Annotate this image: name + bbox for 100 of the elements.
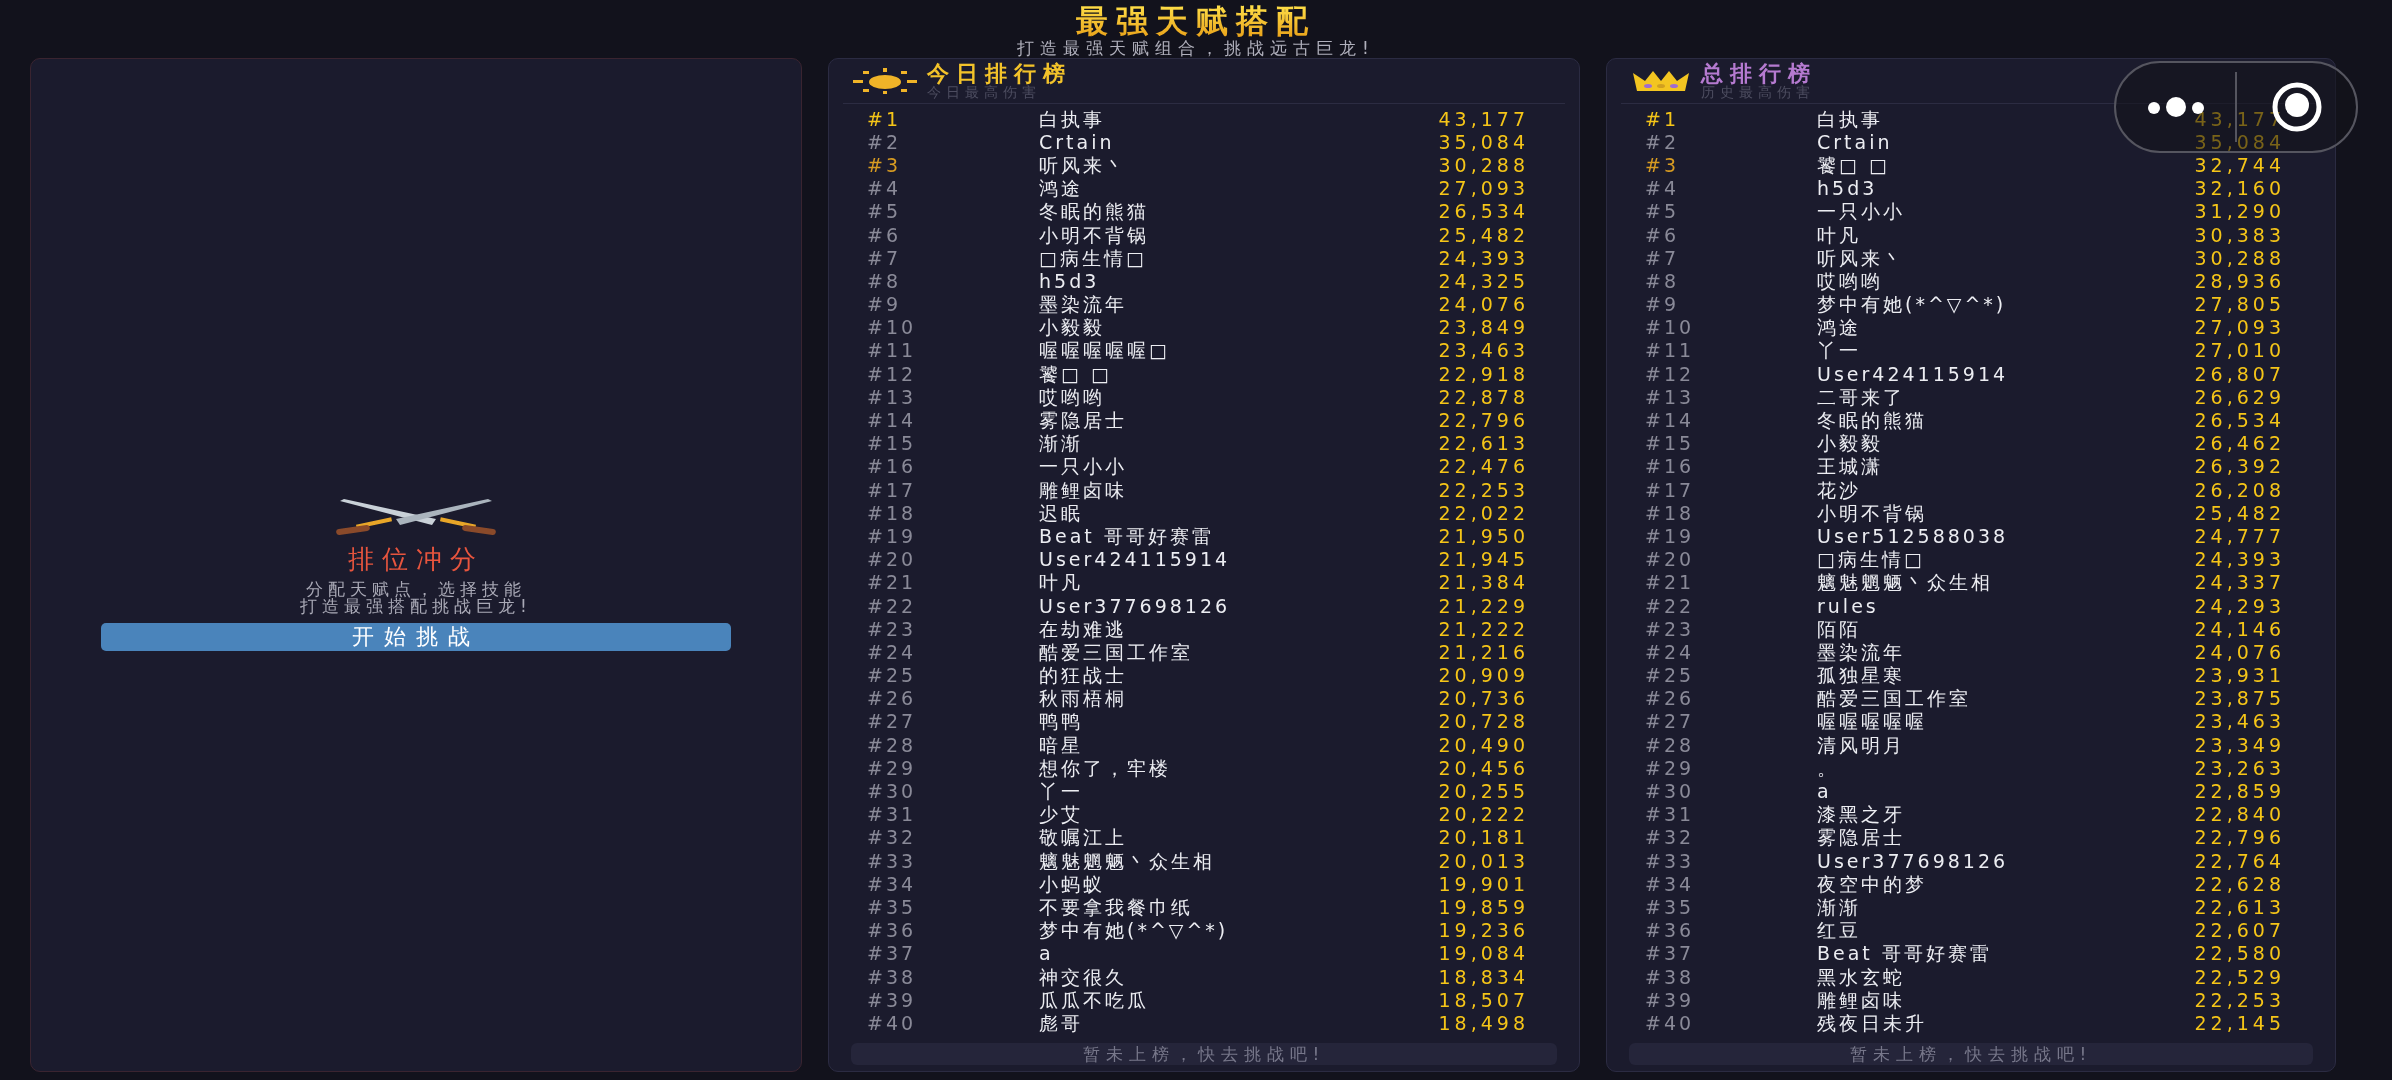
player-name: 残夜日未升 — [1817, 1011, 1928, 1034]
player-name: 饕□ □ — [1817, 153, 1891, 176]
rank-number: #16 — [867, 455, 918, 478]
rank-number: #15 — [867, 432, 918, 455]
player-name: 墨染流年 — [1817, 640, 1906, 663]
damage-score: 31,290 — [2194, 200, 2285, 223]
damage-score: 24,393 — [2194, 548, 2285, 571]
player-name: 瓜瓜不吃瓜 — [1039, 988, 1150, 1011]
rank-number: #23 — [1645, 617, 1696, 640]
player-name: 丫一 — [1039, 780, 1084, 803]
damage-score: 35,084 — [2194, 130, 2285, 153]
damage-score: 28,936 — [2194, 269, 2285, 292]
damage-score: 22,607 — [2194, 919, 2285, 942]
damage-score: 24,337 — [2194, 571, 2285, 594]
player-name: 清风明月 — [1817, 733, 1906, 756]
damage-score: 26,629 — [2194, 385, 2285, 408]
player-name: 雾隐居士 — [1817, 826, 1906, 849]
damage-score: 22,529 — [2194, 965, 2285, 988]
player-name: 王城潇 — [1817, 455, 1884, 478]
page-subtitle: 打造最强天赋组合，挑战远古巨龙! — [1017, 38, 1375, 58]
player-name: h5d3 — [1039, 269, 1101, 292]
rank-number: #6 — [867, 223, 902, 246]
player-name: 饕□ □ — [1039, 362, 1113, 385]
rank-number: #8 — [867, 269, 902, 292]
player-name: 小明不背锅 — [1817, 501, 1928, 524]
rank-number: #37 — [867, 942, 918, 965]
rank-number: #24 — [1645, 640, 1696, 663]
damage-score: 22,253 — [1438, 478, 1529, 501]
player-name: Crtain — [1817, 130, 1894, 153]
player-name: User377698126 — [1817, 849, 2010, 872]
rank-number: #19 — [1645, 524, 1696, 547]
damage-score: 20,255 — [1438, 780, 1529, 803]
damage-score: 20,181 — [1438, 826, 1529, 849]
damage-score: 26,392 — [2194, 455, 2285, 478]
damage-score: 22,918 — [1438, 362, 1529, 385]
damage-score: 26,534 — [2194, 409, 2285, 432]
player-name: User424115914 — [1817, 362, 2010, 385]
rank-number: #5 — [1645, 200, 1680, 223]
damage-score: 24,777 — [2194, 524, 2285, 547]
player-name: □病生情□ — [1817, 548, 1926, 571]
rank-number: #26 — [867, 687, 918, 710]
damage-score: 27,093 — [1438, 177, 1529, 200]
damage-score: 20,456 — [1438, 756, 1529, 779]
player-name: 红豆 — [1817, 919, 1862, 942]
damage-score: 21,945 — [1438, 548, 1529, 571]
player-name: 魑魅魍魉丶众生相 — [1817, 571, 1994, 594]
player-name: 小毅毅 — [1817, 432, 1884, 455]
start-challenge-button[interactable]: 开始挑战 — [101, 623, 731, 651]
player-name: 一只小小 — [1817, 200, 1906, 223]
damage-score: 22,145 — [2194, 1011, 2285, 1034]
rank-number: #21 — [1645, 571, 1696, 594]
rank-number: #29 — [867, 756, 918, 779]
rank-number: #35 — [1645, 895, 1696, 918]
damage-score: 24,293 — [2194, 594, 2285, 617]
rank-number: #5 — [867, 200, 902, 223]
rank-number: #9 — [867, 293, 902, 316]
damage-score: 24,076 — [1438, 293, 1529, 316]
damage-score: 22,253 — [2194, 988, 2285, 1011]
player-name: 雕鲤卤味 — [1817, 988, 1906, 1011]
rank-number: #15 — [1645, 432, 1696, 455]
player-name: 白执事 — [1817, 107, 1884, 130]
rank-number: #33 — [867, 849, 918, 872]
sun-icon — [853, 68, 917, 94]
rank-number: #40 — [1645, 1011, 1696, 1034]
player-name: 鸭鸭 — [1039, 710, 1084, 733]
player-name: 喔喔喔喔喔 — [1817, 710, 1928, 733]
damage-score: 27,805 — [2194, 293, 2285, 316]
rank-number: #1 — [867, 107, 902, 130]
player-name: User424115914 — [1039, 548, 1232, 571]
player-name: User377698126 — [1039, 594, 1232, 617]
rank-number: #23 — [867, 617, 918, 640]
rank-number: #28 — [1645, 733, 1696, 756]
rank-number: #39 — [867, 988, 918, 1011]
player-name: rules — [1817, 594, 1880, 617]
rank-number: #36 — [867, 919, 918, 942]
rank-number: #11 — [867, 339, 918, 362]
rank-number: #9 — [1645, 293, 1680, 316]
player-name: 少艾 — [1039, 803, 1084, 826]
rank-number: #4 — [867, 177, 902, 200]
rank-number: #12 — [1645, 362, 1696, 385]
rank-number: #28 — [867, 733, 918, 756]
challenge-description: 分配天赋点，选择技能 — [306, 581, 526, 598]
player-name: 酷爱三国工作室 — [1817, 687, 1972, 710]
player-name: 。 — [1817, 756, 1840, 779]
damage-score: 21,222 — [1438, 617, 1529, 640]
player-name: 雕鲤卤味 — [1039, 478, 1128, 501]
rank-number: #14 — [1645, 409, 1696, 432]
player-name: 花沙 — [1817, 478, 1862, 501]
rank-number: #16 — [1645, 455, 1696, 478]
player-name: 哎哟哟 — [1039, 385, 1106, 408]
damage-score: 22,628 — [2194, 872, 2285, 895]
player-name: 漆黑之牙 — [1817, 803, 1906, 826]
damage-score: 19,236 — [1438, 919, 1529, 942]
damage-score: 32,744 — [2194, 153, 2285, 176]
damage-score: 30,288 — [1438, 153, 1529, 176]
player-name: 陌陌 — [1817, 617, 1862, 640]
rank-number: #8 — [1645, 269, 1680, 292]
rank-number: #13 — [1645, 385, 1696, 408]
player-name: 迟眠 — [1039, 501, 1084, 524]
rank-number: #6 — [1645, 223, 1680, 246]
